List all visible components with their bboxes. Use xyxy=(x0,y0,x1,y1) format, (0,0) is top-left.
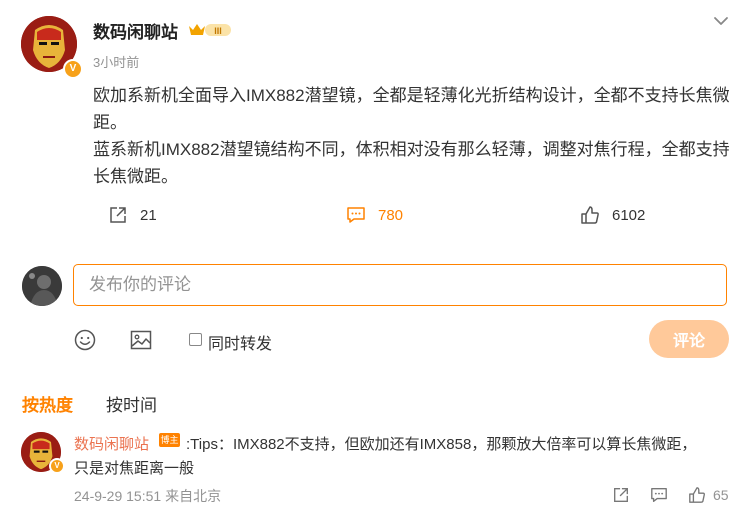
comment-like-count: 65 xyxy=(713,487,729,503)
comment-icon[interactable] xyxy=(650,486,668,504)
repost-icon[interactable] xyxy=(612,486,630,504)
comment-count: 780 xyxy=(378,206,404,224)
comment-text: :Tips：IMX882不支持，但欧加还有IMX858，那颗放大倍率可以算长焦微… xyxy=(186,436,697,453)
repost-checkbox-label[interactable]: 同时转发 xyxy=(208,330,272,354)
crown-badge-icon[interactable]: III xyxy=(187,21,233,39)
comment-button[interactable]: 780 xyxy=(346,205,403,225)
post-paragraph: 蓝系新机IMX882潜望镜结构不同，体积相对没有那么轻薄，调整对焦行程，全都支持… xyxy=(93,140,730,186)
author-tag-badge: 博主 xyxy=(159,433,180,447)
comment-input[interactable] xyxy=(73,264,727,306)
current-user-avatar[interactable] xyxy=(22,266,62,306)
submit-comment-button[interactable]: 评论 xyxy=(649,320,729,358)
chevron-down-icon[interactable] xyxy=(711,11,731,31)
post-paragraph: 欧加系新机全面导入IMX882潜望镜，全都是轻薄化光折结构设计，全都不支持长焦微… xyxy=(93,86,730,132)
comment-icon xyxy=(347,207,365,223)
post-author-name[interactable]: 数码闲聊站 xyxy=(93,18,178,43)
comment-meta: 24-9-29 15:51 来自北京 xyxy=(74,488,222,504)
repost-checkbox[interactable] xyxy=(189,333,202,346)
comment-text-continued: 只是对焦距离一般 xyxy=(74,460,195,477)
repost-button[interactable]: 21 xyxy=(108,205,157,225)
like-icon[interactable] xyxy=(688,486,706,504)
emoji-icon[interactable] xyxy=(73,328,97,352)
user-avatar-icon xyxy=(22,266,62,306)
post-body: 欧加系新机全面导入IMX882潜望镜，全都是轻薄化光折结构设计，全都不支持长焦微… xyxy=(93,82,738,190)
verified-badge: V xyxy=(49,458,65,474)
like-button[interactable]: 6102 xyxy=(580,205,645,225)
image-icon[interactable] xyxy=(129,328,153,352)
tab-sort-by-time[interactable]: 按时间 xyxy=(106,391,157,416)
post-time[interactable]: 3小时前 xyxy=(93,52,139,71)
verified-badge: V xyxy=(63,59,83,79)
like-count: 6102 xyxy=(612,206,646,224)
repost-icon xyxy=(110,207,126,223)
tab-sort-by-hot[interactable]: 按热度 xyxy=(22,391,73,416)
comment-author-name[interactable]: 数码闲聊站 xyxy=(74,433,149,454)
crown-badge-text: III xyxy=(214,26,222,36)
repost-count: 21 xyxy=(140,206,157,224)
comment-actions: 65 xyxy=(612,486,729,504)
like-icon xyxy=(581,206,599,224)
